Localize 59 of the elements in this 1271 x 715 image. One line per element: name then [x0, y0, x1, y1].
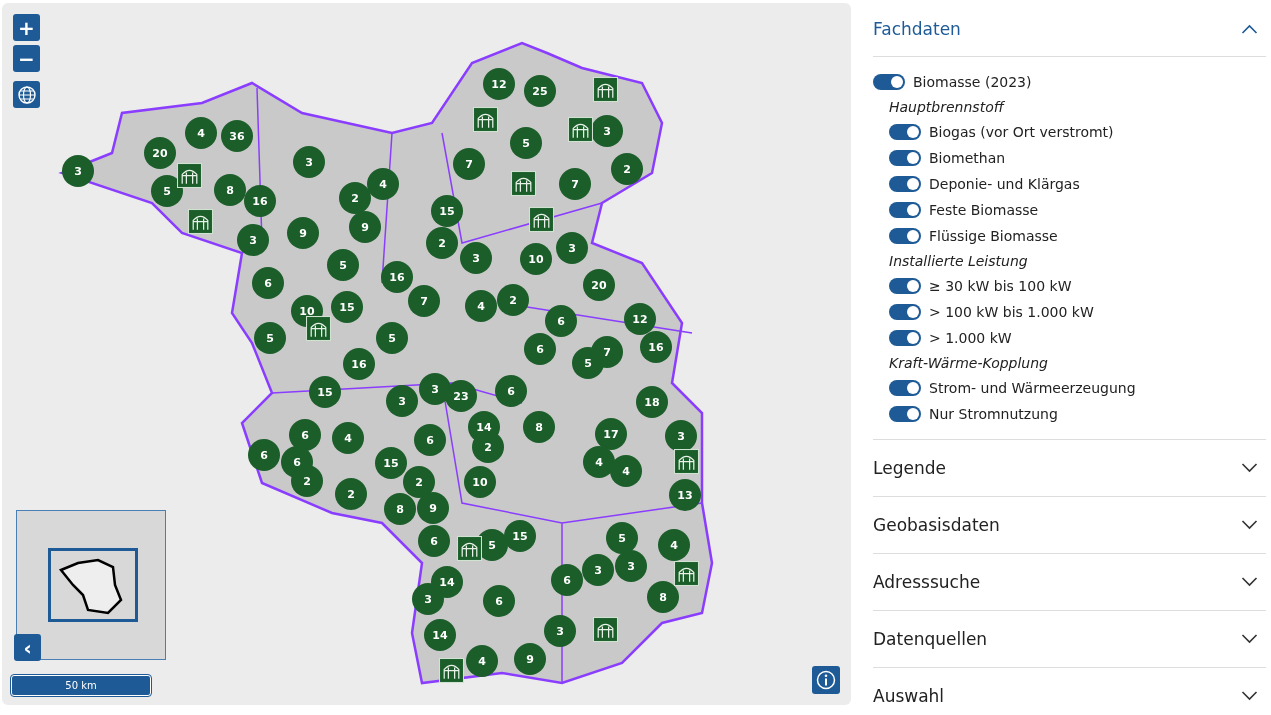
section-header[interactable]: Auswahl [873, 668, 1266, 715]
toggle-switch[interactable] [889, 176, 921, 192]
scale-bar: 50 km [11, 675, 151, 696]
section-header[interactable]: Legende [873, 440, 1266, 497]
filter-label: Flüssige Biomasse [929, 228, 1058, 244]
section-header[interactable]: Datenquellen [873, 611, 1266, 668]
filter-label: > 100 kW bis 1.000 kW [929, 304, 1094, 320]
filter-label: Deponie- und Klärgas [929, 176, 1080, 192]
collapse-overview-button[interactable]: ‹ [14, 634, 41, 661]
toggle-switch[interactable] [889, 304, 921, 320]
globe-icon [16, 84, 37, 105]
toggle-switch[interactable] [889, 228, 921, 244]
filter-label: ≥ 30 kW bis 100 kW [929, 278, 1072, 294]
greenhouse-icon[interactable] [457, 536, 482, 561]
group-heading: Kraft-Wärme-Kopplung [888, 354, 1049, 373]
toggle-switch[interactable] [889, 330, 921, 346]
toggle-switch[interactable] [889, 406, 921, 422]
globe-button[interactable] [13, 81, 40, 108]
toggle-switch[interactable] [889, 124, 921, 140]
group-heading: Hauptbrennstoff [888, 98, 1006, 117]
zoom-out-button[interactable]: − [13, 45, 40, 72]
chevron-icon [1241, 463, 1258, 473]
greenhouse-icon[interactable] [439, 658, 464, 683]
greenhouse-icon[interactable] [188, 209, 213, 234]
info-icon [816, 670, 836, 690]
chevron-icon [1241, 24, 1258, 34]
chevron-icon [1241, 577, 1258, 587]
section-header[interactable]: Fachdaten [873, 2, 1266, 57]
zoom-in-button[interactable]: + [13, 14, 40, 41]
greenhouse-icon[interactable] [306, 316, 331, 341]
group-heading: Installierte Leistung [888, 252, 1029, 271]
toggle-switch[interactable] [889, 380, 921, 396]
greenhouse-icon[interactable] [511, 171, 536, 196]
greenhouse-icon[interactable] [674, 561, 699, 586]
toggle-switch[interactable] [873, 74, 905, 90]
filter-label: Strom- und Wärmeerzeugung [929, 380, 1136, 396]
greenhouse-icon[interactable] [529, 207, 554, 232]
section-header[interactable]: Adresssuche [873, 554, 1266, 611]
layer-label: Biomasse (2023) [913, 74, 1032, 90]
greenhouse-icon[interactable] [568, 117, 593, 142]
filter-label: Biomethan [929, 150, 1006, 166]
section-header[interactable]: Geobasisdaten [873, 497, 1266, 554]
filter-label: Biogas (vor Ort verstromt) [929, 124, 1114, 140]
chevron-icon [1241, 634, 1258, 644]
info-button[interactable] [812, 666, 840, 694]
greenhouse-icon[interactable] [177, 163, 202, 188]
greenhouse-icon[interactable] [674, 449, 699, 474]
toggle-switch[interactable] [889, 202, 921, 218]
filter-label: > 1.000 kW [929, 330, 1012, 346]
filter-label: Feste Biomasse [929, 202, 1039, 218]
cluster-marker[interactable]: 3 [62, 155, 94, 187]
toggle-switch[interactable] [889, 278, 921, 294]
chevron-icon [1241, 520, 1258, 530]
greenhouse-icon[interactable] [593, 77, 618, 102]
greenhouse-icon[interactable] [473, 107, 498, 132]
greenhouse-icon[interactable] [593, 617, 618, 642]
filter-label: Nur Stromnutzung [929, 406, 1058, 422]
toggle-switch[interactable] [889, 150, 921, 166]
chevron-icon [1241, 691, 1258, 701]
